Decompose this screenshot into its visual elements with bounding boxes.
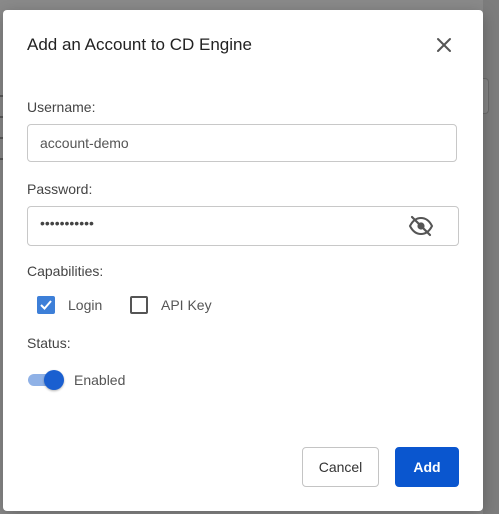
cancel-button[interactable]: Cancel (302, 447, 379, 487)
add-button[interactable]: Add (395, 447, 459, 487)
password-masked-value: ••••••••••• (40, 215, 94, 231)
login-label: Login (68, 297, 103, 313)
toggle-thumb (44, 370, 64, 390)
dialog-title: Add an Account to CD Engine (27, 35, 252, 54)
eye-off-icon[interactable] (408, 214, 434, 238)
capability-api-key[interactable]: API Key (130, 295, 212, 315)
password-input[interactable]: ••••••••••• (27, 206, 459, 246)
status-label: Status: (27, 335, 71, 351)
capability-login[interactable]: Login (37, 295, 102, 315)
api-key-checkbox[interactable] (130, 296, 148, 314)
status-toggle[interactable] (28, 370, 64, 390)
background-input-edge (483, 78, 489, 114)
capabilities-label: Capabilities: (27, 263, 104, 279)
password-label: Password: (27, 181, 93, 197)
username-label: Username: (27, 99, 96, 115)
close-icon[interactable] (433, 34, 455, 56)
check-icon (40, 300, 52, 310)
api-key-label: API Key (161, 297, 212, 313)
status-toggle-label: Enabled (74, 372, 126, 388)
add-account-dialog: Add an Account to CD Engine Username: Pa… (3, 10, 483, 511)
login-checkbox[interactable] (37, 296, 55, 314)
username-input[interactable] (27, 124, 457, 162)
